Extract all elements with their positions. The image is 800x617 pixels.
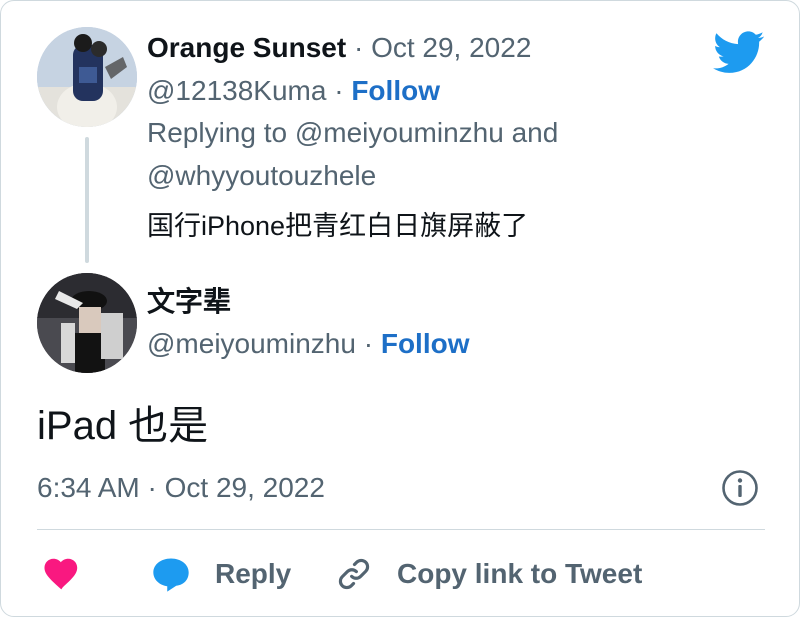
user-handle[interactable]: @12138Kuma [147,75,326,106]
twitter-bird-icon[interactable] [713,31,765,75]
divider [37,529,765,530]
tweet-timestamp[interactable]: 6:34 AM · Oct 29, 2022 [37,470,325,506]
separator-dot: · [334,75,352,106]
thread-connector-line [85,137,89,263]
reply-handle-row: @meiyouminzhu · Follow [147,326,470,362]
display-name[interactable]: Orange Sunset [147,32,346,63]
heart-icon [44,558,78,590]
parent-tweet-text: 国行iPhone把青红白日旗屏蔽了 [147,211,529,241]
link-icon [338,558,370,590]
reply-button[interactable]: Reply [151,554,291,594]
avatar[interactable] [37,273,137,373]
copy-link-label: Copy link to Tweet [397,558,643,589]
reply-label: Reply [215,558,292,589]
like-button[interactable] [41,554,81,594]
reply-bubble-icon [153,558,189,592]
tweet-text: iPad 也是 [37,404,209,448]
embedded-tweet-card: Orange Sunset · Oct 29, 2022 @12138Kuma … [0,0,800,617]
separator-dot: · [363,328,381,359]
copy-link-button[interactable]: Copy link to Tweet [335,554,642,594]
avatar[interactable] [37,27,137,127]
follow-button[interactable]: Follow [351,75,440,106]
user-handle[interactable]: @meiyouminzhu [147,328,356,359]
parent-tweet-header: Orange Sunset · Oct 29, 2022 [147,30,531,66]
replying-to-line-1: Replying to @meiyouminzhu and [147,117,559,148]
parent-handle-row: @12138Kuma · Follow [147,73,440,109]
separator-dot: · [353,32,372,63]
follow-button[interactable]: Follow [381,328,470,359]
display-name[interactable]: 文字辈 [147,284,231,320]
tweet-date[interactable]: Oct 29, 2022 [371,32,531,63]
replying-to-line-2[interactable]: @whyyoutouzhele [147,158,376,194]
info-icon[interactable] [721,469,759,507]
